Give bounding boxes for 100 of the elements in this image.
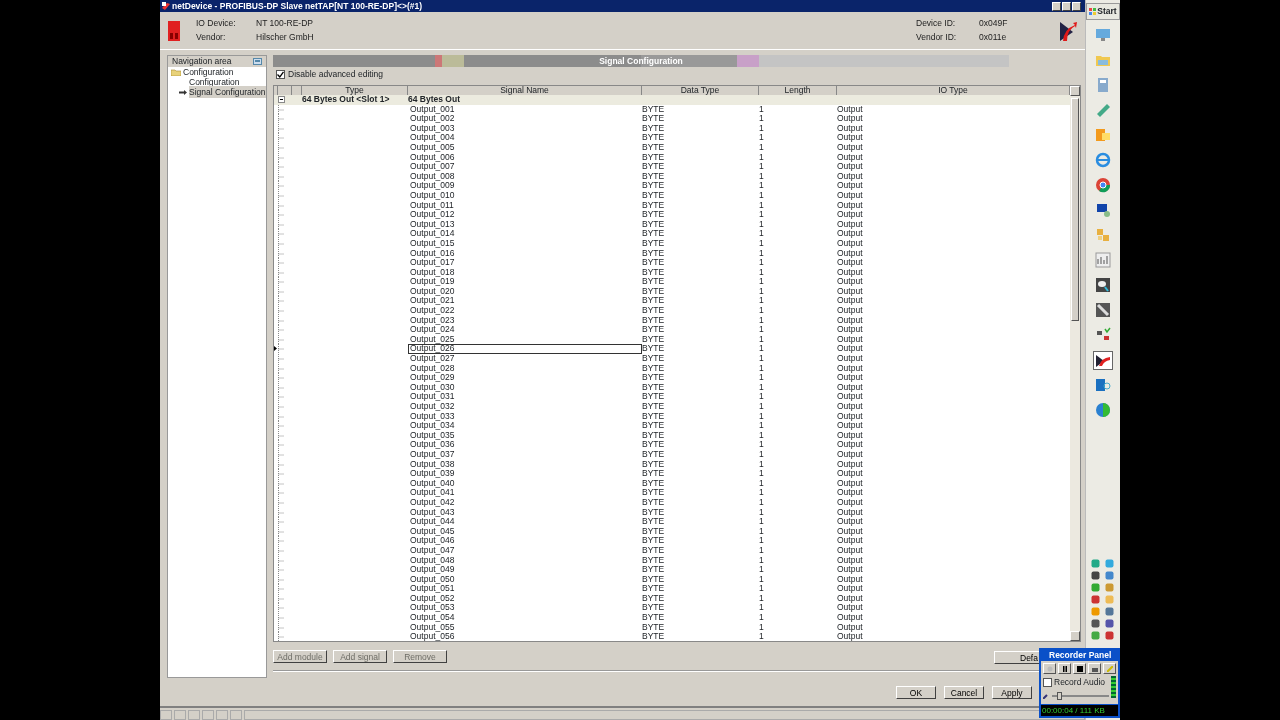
table-cell: Output	[837, 151, 863, 162]
table-cell: Output	[837, 285, 863, 296]
signal-name-cell[interactable]: Output_030	[408, 382, 642, 393]
recording-status: 00:00:04 / 111 KB	[1041, 705, 1118, 716]
signal-name-cell[interactable]: Output_029	[408, 373, 642, 384]
table-cell: 1	[759, 141, 764, 152]
signal-name-cell[interactable]: Output_053	[408, 603, 642, 614]
dialog-button[interactable]: Apply	[992, 686, 1032, 699]
table-cell: Output	[837, 410, 863, 421]
table-cell: 1	[759, 506, 764, 517]
dialog-button[interactable]: Cancel	[944, 686, 984, 699]
column-header[interactable]: Data Type	[680, 86, 720, 95]
signal-name-cell[interactable]: Output_050	[408, 574, 642, 585]
signal-name-cell[interactable]: Output_032	[408, 402, 642, 412]
signal-name-cell[interactable]: Output_037	[408, 449, 642, 460]
table-cell: BYTE	[642, 247, 665, 258]
signal-name-cell[interactable]: Output_021	[408, 296, 642, 307]
tree-item[interactable]: Configuration	[168, 67, 266, 77]
signal-name-cell[interactable]: Output_033	[408, 411, 642, 422]
signal-name-cell[interactable]: Output_026	[408, 344, 642, 355]
dialog-button[interactable]: OK	[896, 686, 936, 699]
table-cell: BYTE	[642, 199, 665, 210]
signal-name-cell[interactable]: Output_011	[408, 200, 642, 211]
table-cell: BYTE	[642, 420, 665, 431]
signal-name-cell[interactable]: Output_004	[408, 133, 642, 144]
table-cell: 1	[759, 583, 764, 594]
signal-name-cell[interactable]: Output_002	[408, 114, 642, 125]
signal-name-cell[interactable]: Output_001	[408, 104, 642, 115]
table-cell: BYTE	[642, 544, 665, 555]
signal-name-cell[interactable]: Output_028	[408, 363, 642, 374]
signal-name-cell[interactable]: Output_040	[408, 478, 642, 489]
signal-name-cell[interactable]: Output_046	[408, 536, 642, 547]
table-cell: BYTE	[642, 189, 665, 200]
signal-name-cell[interactable]: Output_047	[408, 545, 642, 556]
signal-name-cell[interactable]: Output_020	[408, 286, 642, 297]
signal-name-cell[interactable]: Output_055	[408, 622, 642, 633]
signal-name-cell[interactable]: Output_054	[408, 613, 642, 624]
table-cell: 1	[759, 285, 764, 296]
start-button[interactable]: Start	[1086, 3, 1120, 20]
signal-name-cell[interactable]: Output_035	[408, 430, 642, 441]
signal-name-cell[interactable]: Output_034	[408, 421, 642, 432]
table-cell: 1	[759, 381, 764, 392]
table-cell: 1	[759, 122, 764, 133]
table-cell: BYTE	[642, 276, 665, 287]
signal-name-cell[interactable]: Output_049	[408, 565, 642, 576]
signal-name-cell[interactable]: Output_012	[408, 210, 642, 221]
signal-name-cell[interactable]: Output_010	[408, 190, 642, 201]
signal-name-cell[interactable]: Output_014	[408, 229, 642, 240]
signal-name-cell[interactable]: Output_056	[408, 632, 642, 641]
table-cell: 1	[759, 391, 764, 402]
column-header[interactable]: IO Type	[938, 86, 968, 95]
table-cell: 1	[759, 496, 764, 507]
table-cell: Output	[837, 564, 863, 575]
signal-name-cell[interactable]: Output_027	[408, 354, 642, 365]
signal-name-cell[interactable]: Output_048	[408, 555, 642, 566]
signal-name-cell[interactable]: Output_041	[408, 488, 642, 499]
tree-item[interactable]: Configuration	[168, 77, 266, 87]
table-cell: Output	[837, 535, 863, 546]
signal-name-cell[interactable]: Output_023	[408, 315, 642, 326]
signal-name-cell[interactable]: Output_044	[408, 517, 642, 528]
signal-name-cell[interactable]: Output_045	[408, 526, 642, 537]
signal-name-cell[interactable]: Output_022	[408, 306, 642, 317]
column-header[interactable]: Length	[784, 86, 811, 95]
table-cell: 1	[759, 602, 764, 613]
table-cell: BYTE	[642, 564, 665, 575]
column-header[interactable]: Type	[345, 86, 364, 95]
signal-name-cell[interactable]: Output_015	[408, 238, 642, 249]
signal-name-cell[interactable]: Output_051	[408, 584, 642, 595]
signal-name-cell[interactable]: Output_005	[408, 142, 642, 153]
table-cell: 1	[759, 132, 764, 143]
signal-name-cell[interactable]: Output_043	[408, 507, 642, 518]
signal-name-cell[interactable]: Output_013	[408, 219, 642, 230]
table-cell: BYTE	[642, 573, 665, 584]
signal-name-cell[interactable]: Output_016	[408, 248, 642, 259]
signal-name-cell[interactable]: Output_052	[408, 593, 642, 604]
table-cell: 1	[759, 564, 764, 575]
table-cell: 1	[759, 448, 764, 459]
signal-name-cell[interactable]: Output_025	[408, 334, 642, 345]
signal-name-cell[interactable]: Output_017	[408, 258, 642, 269]
signal-name-cell[interactable]: Output_008	[408, 171, 642, 182]
signal-name-cell[interactable]: Output_018	[408, 267, 642, 278]
table-cell: Output	[837, 506, 863, 517]
signal-name-cell[interactable]: Output_006	[408, 152, 642, 163]
table-cell: 1	[759, 516, 764, 527]
signal-name-cell[interactable]: Output_007	[408, 162, 642, 173]
table-cell: BYTE	[642, 266, 665, 277]
signal-name-cell[interactable]: Output_042	[408, 497, 642, 508]
signal-name-cell[interactable]: Output_031	[408, 392, 642, 403]
table-cell: 1	[759, 209, 764, 220]
table-cell: Output	[837, 516, 863, 527]
signal-name-cell[interactable]: Output_038	[408, 459, 642, 470]
table-cell: BYTE	[642, 401, 665, 411]
signal-name-cell[interactable]: Output_003	[408, 123, 642, 134]
signal-name-cell[interactable]: Output_024	[408, 325, 642, 336]
default-button[interactable]: Defa	[994, 651, 1040, 664]
signal-name-cell[interactable]: Output_009	[408, 181, 642, 192]
signal-name-cell[interactable]: Output_019	[408, 277, 642, 288]
signal-name-cell[interactable]: Output_036	[408, 440, 642, 451]
column-header[interactable]: Signal Name	[500, 86, 549, 95]
signal-name-cell[interactable]: Output_039	[408, 469, 642, 480]
